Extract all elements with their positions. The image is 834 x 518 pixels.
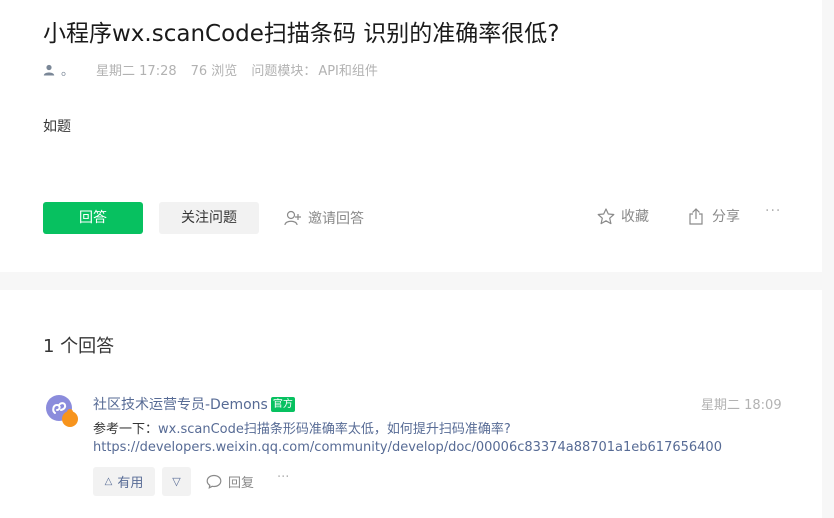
share-icon [689, 207, 703, 225]
avatar[interactable] [45, 394, 79, 428]
answer-prefix: 参考一下： [93, 422, 159, 437]
invite-answer-label: 邀请回答 [308, 211, 364, 227]
reply-button[interactable]: 回复 [206, 472, 254, 491]
answer-content-line: 参考一下：wx.scanCode扫描条形码准确率太低，如何提升扫码准确率? [93, 418, 511, 437]
answer-related-link[interactable]: wx.scanCode扫描条形码准确率太低，如何提升扫码准确率? [158, 422, 511, 437]
question-card: 小程序wx.scanCode扫描条码 识别的准确率很低? 。 星期二 17:28… [0, 0, 822, 272]
answers-card: 1 个回答 社区技术运营专员-Demons 官方 星期二 18:09 参考一下：… [0, 290, 822, 518]
reply-label: 回复 [228, 476, 255, 491]
upvote-icon: △ [104, 476, 113, 487]
answer-more-button[interactable]: ··· [277, 470, 289, 485]
official-badge: 官方 [270, 396, 295, 412]
useful-button[interactable]: △ 有用 [93, 467, 155, 496]
downvote-button[interactable]: ▽ [162, 467, 191, 496]
question-module-label: 问题模块： [251, 64, 317, 79]
answer-time: 星期二 18:09 [701, 398, 782, 413]
invite-answer-button[interactable]: 邀请回答 [284, 208, 364, 228]
question-body: 如题 [43, 119, 71, 135]
share-label: 分享 [712, 209, 740, 225]
downvote-icon: ▽ [172, 475, 181, 488]
answer-button[interactable]: 回答 [43, 202, 143, 234]
collect-label: 收藏 [621, 209, 649, 225]
question-views: 76 浏览 [190, 64, 238, 79]
question-author[interactable]: 。 [61, 60, 74, 79]
follow-question-button[interactable]: 关注问题 [159, 202, 259, 234]
share-button[interactable]: 分享 [688, 206, 740, 226]
comment-icon [206, 474, 222, 489]
star-icon [597, 207, 615, 224]
question-meta: 。 星期二 17:28 76 浏览 问题模块： API和组件 [43, 60, 392, 79]
answer-author[interactable]: 社区技术运营专员-Demons [93, 394, 268, 414]
answer-url-link[interactable]: https://developers.weixin.qq.com/communi… [93, 440, 722, 455]
question-more-button[interactable]: ··· [765, 203, 781, 219]
user-icon [43, 64, 55, 75]
useful-label: 有用 [117, 476, 144, 491]
collect-button[interactable]: 收藏 [597, 206, 649, 226]
answer-count: 1 个回答 [43, 336, 115, 357]
question-time: 星期二 17:28 [96, 64, 177, 79]
answer-author-line: 社区技术运营专员-Demons 官方 [93, 394, 295, 414]
invite-user-icon [284, 210, 301, 226]
question-title: 小程序wx.scanCode扫描条码 识别的准确率很低? [43, 21, 560, 47]
question-module-link[interactable]: API和组件 [318, 60, 378, 79]
